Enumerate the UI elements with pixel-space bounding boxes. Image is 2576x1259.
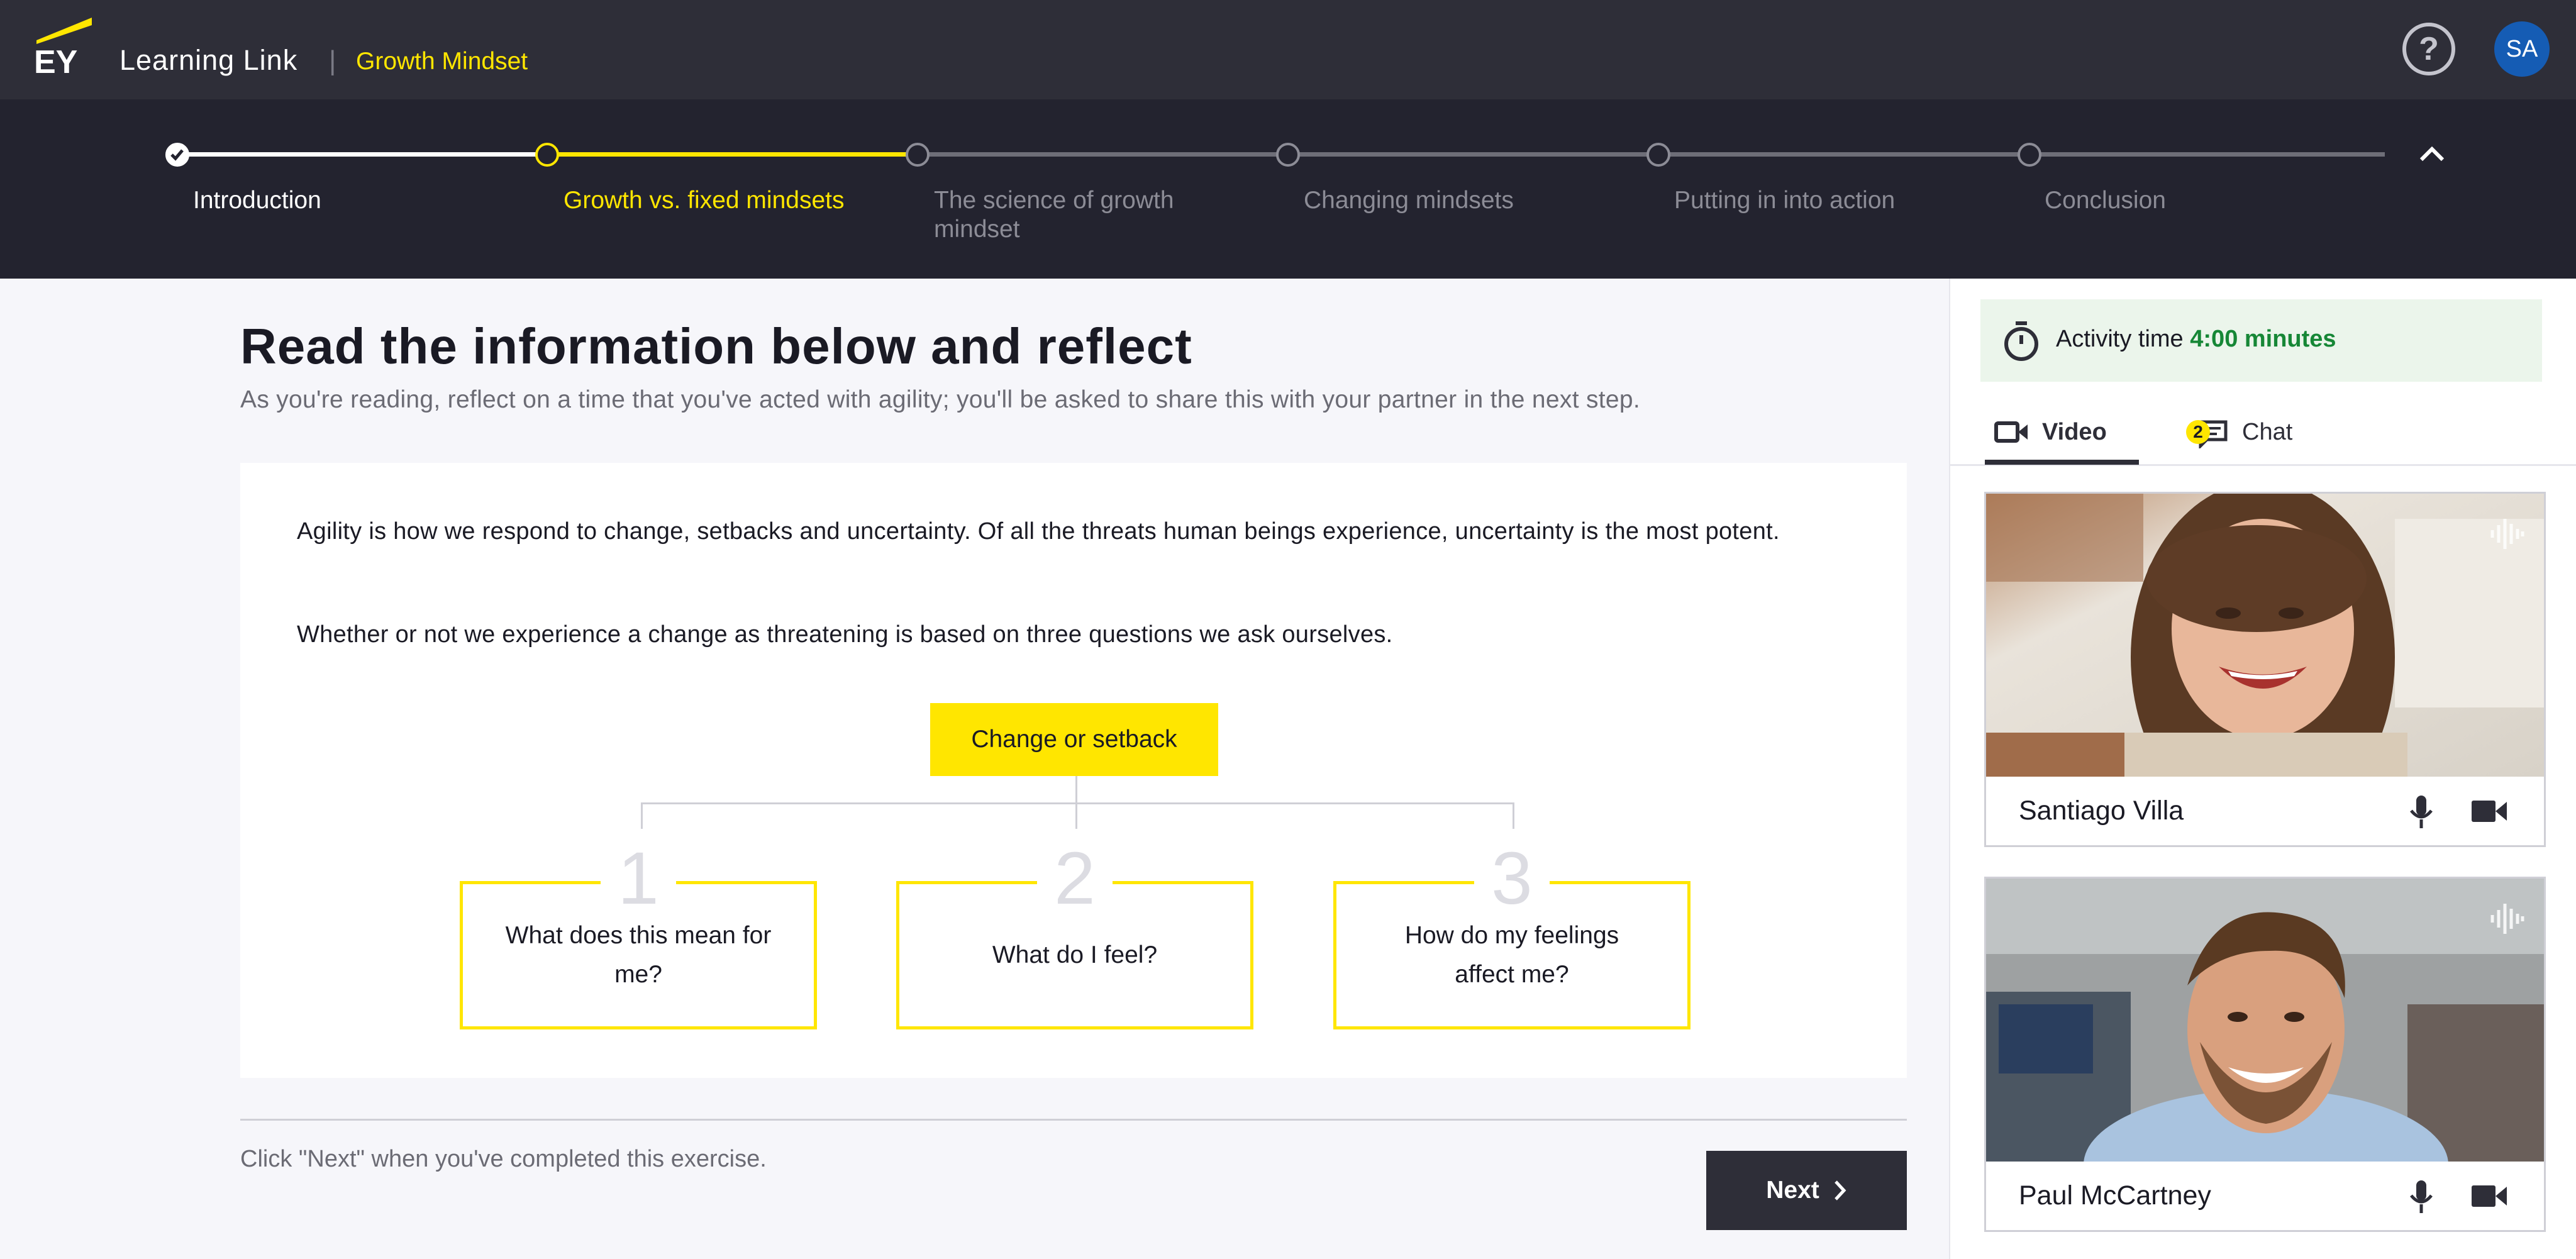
step-dot-conclusion[interactable] [2018, 143, 2041, 167]
video-camera-icon [1994, 421, 2028, 443]
paragraph-three-questions: Whether or not we experience a change as… [297, 621, 1393, 648]
question-number-1: 1 [601, 841, 676, 916]
question-number-3: 3 [1474, 841, 1550, 916]
header-separator: | [329, 45, 336, 76]
activity-time-text: Activity time 4:00 minutes [2056, 326, 2336, 353]
svg-text:EY: EY [34, 44, 77, 79]
tab-video[interactable]: Video [1994, 398, 2107, 466]
tree-branch-3 [1513, 802, 1514, 829]
progress-stepper: Introduction Growth vs. fixed mindsets T… [0, 99, 2576, 279]
app-name[interactable]: Learning Link [119, 44, 297, 77]
page-title: Read the information below and reflect [240, 318, 1192, 374]
tree-branch-2 [1075, 802, 1077, 829]
tab-active-underline [1985, 460, 2139, 465]
user-avatar[interactable]: SA [2494, 21, 2550, 77]
side-tabs: Video Chat 2 [1950, 398, 2576, 466]
activity-timer-banner: Activity time 4:00 minutes [1980, 299, 2542, 382]
tree-stem [1075, 776, 1077, 802]
step-label-science[interactable]: The science of growth mindset [934, 186, 1211, 244]
change-or-setback-box: Change or setback [930, 703, 1218, 776]
step-dot-growth-vs-fixed[interactable] [535, 143, 559, 167]
next-button[interactable]: Next [1706, 1151, 1907, 1230]
paragraph-agility: Agility is how we respond to change, set… [297, 518, 1780, 545]
participant-tile-2[interactable]: Paul McCartney [1984, 877, 2546, 1232]
step-dot-science[interactable] [906, 143, 930, 167]
next-button-label: Next [1766, 1177, 1819, 1204]
participant-video-2[interactable] [1986, 879, 2544, 1162]
participant-video-1[interactable] [1986, 494, 2544, 777]
tab-video-label: Video [2042, 418, 2107, 445]
tree-horizontal [641, 802, 1514, 804]
step-dot-changing[interactable] [1276, 143, 1300, 167]
side-panel: Activity time 4:00 minutes Video Chat 2 … [1949, 279, 2576, 1259]
step-label-changing[interactable]: Changing mindsets [1304, 186, 1514, 215]
step-label-growth-vs-fixed[interactable]: Growth vs. fixed mindsets [564, 186, 844, 215]
microphone-icon[interactable] [2409, 794, 2434, 831]
track-active [548, 152, 918, 157]
footer-divider [240, 1119, 1907, 1121]
question-number-2: 2 [1037, 841, 1113, 916]
step-dot-putting[interactable] [1646, 143, 1670, 167]
page-subtitle: As you're reading, reflect on a time tha… [240, 386, 1641, 413]
help-icon[interactable]: ? [2402, 23, 2455, 75]
footer-note: Click "Next" when you've completed this … [240, 1146, 767, 1172]
step-label-introduction[interactable]: Introduction [193, 186, 321, 215]
activity-label: Activity time [2056, 326, 2184, 352]
tab-chat-label: Chat [2242, 418, 2293, 445]
camera-icon[interactable] [2470, 798, 2508, 824]
camera-icon[interactable] [2470, 1183, 2508, 1209]
step-label-putting[interactable]: Putting in into action [1674, 186, 1895, 215]
audio-waveform-icon [2490, 519, 2524, 549]
learning-link-page: EY Learning Link | Growth Mindset ? SA I… [0, 0, 2576, 1259]
chevron-right-icon [1834, 1180, 1846, 1201]
tree-branch-1 [641, 802, 643, 829]
participant-name-1: Santiago Villa [2019, 796, 2184, 826]
participant-name-2: Paul McCartney [2019, 1180, 2211, 1211]
activity-minutes: 4:00 minutes [2190, 326, 2336, 352]
audio-waveform-icon [2490, 904, 2524, 934]
content-card: Agility is how we respond to change, set… [240, 463, 1907, 1078]
track-done [177, 152, 548, 157]
ey-logo[interactable]: EY [31, 16, 94, 79]
course-title[interactable]: Growth Mindset [356, 48, 528, 75]
step-label-conclusion[interactable]: Conclusion [2045, 186, 2166, 215]
participant-tile-1[interactable]: Santiago Villa [1984, 492, 2546, 847]
top-bar: EY Learning Link | Growth Mindset ? SA [0, 0, 2576, 99]
stopwatch-icon [2004, 321, 2038, 361]
collapse-chevron-up-icon[interactable] [2419, 141, 2445, 167]
step-dot-introduction-check-icon[interactable] [165, 143, 189, 167]
microphone-icon[interactable] [2409, 1179, 2434, 1216]
chat-unread-badge: 2 [2186, 420, 2210, 444]
